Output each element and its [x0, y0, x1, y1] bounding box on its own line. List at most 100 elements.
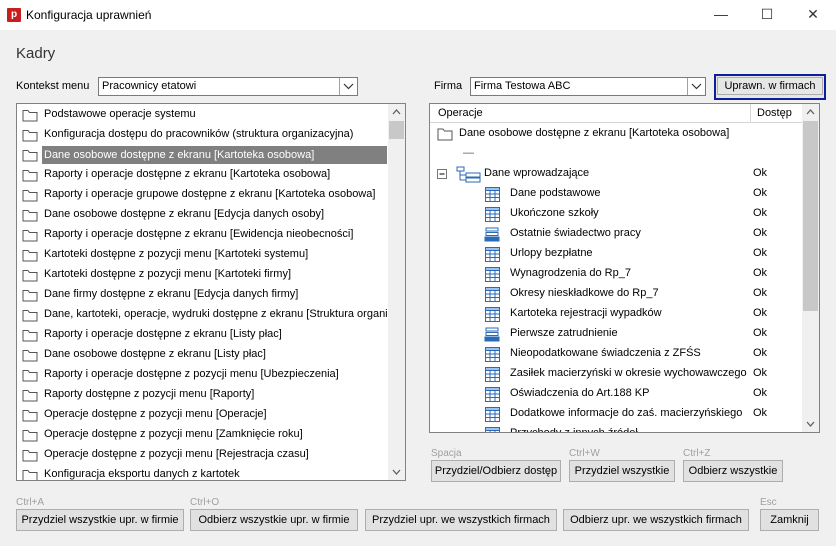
folder-icon	[22, 210, 38, 222]
folder-icon	[22, 230, 38, 242]
list-item-label: Kartoteki dostępne z pozycji menu [Karto…	[44, 248, 309, 260]
context-value: Pracownicy etatowi	[102, 80, 197, 92]
scroll-thumb[interactable]	[803, 121, 818, 311]
scroll-thumb[interactable]	[389, 121, 404, 139]
revoke-all-firms-button[interactable]: Odbierz upr. we wszystkich firmach	[563, 509, 749, 531]
list-item[interactable]: Raporty i operacje dostępne z ekranu [Li…	[17, 325, 387, 345]
list-item[interactable]: Konfiguracja dostępu do pracowników (str…	[17, 125, 387, 145]
tree-item-label: Zasiłek macierzyński w okresie wychowawc…	[510, 367, 747, 379]
list-item[interactable]: Operacje dostępne z pozycji menu [Zamkni…	[17, 425, 387, 445]
tree-item-label: Przychody z innych źródeł	[510, 427, 638, 433]
firm-select[interactable]: Firma Testowa ABC	[470, 77, 706, 96]
context-label: Kontekst menu	[16, 80, 90, 92]
list-item[interactable]: Dane osobowe dostępne z ekranu [Edycja d…	[17, 205, 387, 225]
chevron-down-icon[interactable]	[339, 78, 357, 95]
tree-row[interactable]: Urlopy bezpłatne Ok	[430, 244, 802, 264]
grant-all-in-firm-button[interactable]: Przydziel wszystkie upr. w firmie	[16, 509, 184, 531]
list-item[interactable]: Raporty i operacje dostępne z pozycji me…	[17, 365, 387, 385]
tree-item-access: Ok	[753, 267, 768, 279]
tree-row[interactable]: Pierwsze zatrudnienie Ok	[430, 324, 802, 344]
list-item[interactable]: Dane osobowe dostępne z ekranu [Listy pł…	[17, 345, 387, 365]
tree-row[interactable]: Nieopodatkowane świadczenia z ZFŚS Ok	[430, 344, 802, 364]
context-select[interactable]: Pracownicy etatowi	[98, 77, 358, 96]
list-item[interactable]: Raporty i operacje dostępne z ekranu [Ew…	[17, 225, 387, 245]
shortcut-revoke-all: Ctrl+Z	[683, 448, 711, 459]
tree-item-access: Ok	[753, 287, 768, 299]
tree-item-label: Oświadczenia do Art.188 KP	[510, 387, 650, 399]
tree-item-access: Ok	[753, 347, 768, 359]
tree-item-access: Ok	[753, 407, 768, 419]
tree-root-row[interactable]: Dane osobowe dostępne z ekranu [Kartotek…	[430, 124, 802, 144]
grid-icon	[485, 347, 500, 362]
tree-row[interactable]: Ostatnie świadectwo pracy Ok	[430, 224, 802, 244]
tree-item-label: Okresy nieskładkowe do Rp_7	[510, 287, 659, 299]
tree-item-access: Ok	[753, 187, 768, 199]
tree-group-row[interactable]: Dane wprowadzające Ok	[430, 164, 802, 184]
list-item[interactable]: Raporty i operacje dostępne z ekranu [Ka…	[17, 165, 387, 185]
column-operations[interactable]: Operacje	[438, 107, 483, 119]
tree-item-label: Ostatnie świadectwo pracy	[510, 227, 641, 239]
scroll-up-icon[interactable]	[388, 104, 405, 121]
tree-row[interactable]: Dodatkowe informacje do zaś. macierzyńsk…	[430, 404, 802, 424]
tree-item-label: Dodatkowe informacje do zaś. macierzyńsk…	[510, 407, 743, 419]
list-item[interactable]: Konfiguracja eksportu danych z kartotek	[17, 465, 387, 480]
tree-row[interactable]: Okresy nieskładkowe do Rp_7 Ok	[430, 284, 802, 304]
menu-context-list[interactable]: Podstawowe operacje systemu Konfiguracja …	[16, 103, 406, 481]
scroll-down-icon[interactable]	[388, 463, 405, 480]
firm-permissions-button[interactable]: Uprawn. w firmach	[714, 74, 826, 100]
list-item[interactable]: Dane osobowe dostępne z ekranu [Kartotek…	[17, 145, 387, 165]
menu-list-scrollbar[interactable]	[388, 104, 405, 480]
tree-row[interactable]: Kartoteka rejestracji wypadków Ok	[430, 304, 802, 324]
tree-item-access: Ok	[753, 207, 768, 219]
tree-row[interactable]: Oświadczenia do Art.188 KP Ok	[430, 384, 802, 404]
list-item[interactable]: Dane, kartoteki, operacje, wydruki dostę…	[17, 305, 405, 325]
scroll-down-icon[interactable]	[802, 415, 819, 432]
list-item-label: Kartoteki dostępne z pozycji menu [Karto…	[44, 268, 291, 280]
close-window-button[interactable]: ✕	[790, 0, 836, 30]
column-access[interactable]: Dostęp	[757, 107, 792, 119]
maximize-button[interactable]: ☐	[744, 0, 790, 30]
grant-all-button[interactable]: Przydziel wszystkie	[569, 460, 675, 482]
list-item[interactable]: Operacje dostępne z pozycji menu [Operac…	[17, 405, 387, 425]
tree-header: Operacje Dostęp	[430, 104, 802, 123]
scroll-up-icon[interactable]	[802, 104, 819, 121]
tree-root-dash: —	[463, 147, 474, 159]
folder-icon	[22, 170, 38, 182]
list-item-label: Dane osobowe dostępne z ekranu [Listy pł…	[44, 348, 266, 360]
list-item[interactable]: Operacje dostępne z pozycji menu [Rejest…	[17, 445, 387, 465]
revoke-all-in-firm-button[interactable]: Odbierz wszystkie upr. w firmie	[190, 509, 358, 531]
revoke-all-button[interactable]: Odbierz wszystkie	[683, 460, 783, 482]
grant-all-firms-button[interactable]: Przydziel upr. we wszystkich firmach	[365, 509, 557, 531]
collapse-icon[interactable]	[437, 169, 448, 180]
list-item[interactable]: Podstawowe operacje systemu	[17, 105, 387, 125]
shortcut-close: Esc	[760, 497, 777, 508]
firm-value: Firma Testowa ABC	[474, 80, 571, 92]
grid-icon	[485, 307, 500, 322]
close-button[interactable]: Zamknij	[760, 509, 819, 531]
tree-row[interactable]: Dane podstawowe Ok	[430, 184, 802, 204]
operations-tree[interactable]: Operacje Dostęp Dane osobowe dostępne z …	[429, 103, 820, 433]
chevron-down-icon[interactable]	[687, 78, 705, 95]
minimize-button[interactable]: —	[698, 0, 744, 30]
list-item[interactable]: Kartoteki dostępne z pozycji menu [Karto…	[17, 245, 387, 265]
tree-row[interactable]: Wynagrodzenia do Rp_7 Ok	[430, 264, 802, 284]
list-item-label: Dane osobowe dostępne z ekranu [Edycja d…	[44, 208, 325, 220]
tree-row[interactable]: Przychody z innych źródeł	[430, 424, 802, 433]
list-item[interactable]: Kartoteki dostępne z pozycji menu [Karto…	[17, 265, 387, 285]
list-item-label: Raporty i operacje grupowe dostępne z ek…	[44, 188, 376, 200]
shortcut-grant-all: Ctrl+W	[569, 448, 600, 459]
list-item[interactable]: Raporty dostępne z pozycji menu [Raporty…	[17, 385, 387, 405]
list-item[interactable]: Raporty i operacje grupowe dostępne z ek…	[17, 185, 387, 205]
folder-icon	[437, 128, 453, 141]
tree-row[interactable]: Ukończone szkoły Ok	[430, 204, 802, 224]
folder-icon	[22, 310, 38, 322]
list-item[interactable]: Dane firmy dostępne z ekranu [Edycja dan…	[17, 285, 387, 305]
tree-row[interactable]: Zasiłek macierzyński w okresie wychowawc…	[430, 364, 802, 384]
list-item-label: Raporty i operacje dostępne z pozycji me…	[44, 368, 339, 380]
tree-item-access: Ok	[753, 227, 768, 239]
grid-icon	[485, 367, 500, 382]
toggle-access-button[interactable]: Przydziel/Odbierz dostęp	[431, 460, 561, 482]
list-item-label: Raporty i operacje dostępne z ekranu [Ka…	[44, 168, 331, 180]
window-title: Konfiguracja uprawnień	[26, 8, 152, 22]
tree-scrollbar[interactable]	[802, 104, 819, 432]
